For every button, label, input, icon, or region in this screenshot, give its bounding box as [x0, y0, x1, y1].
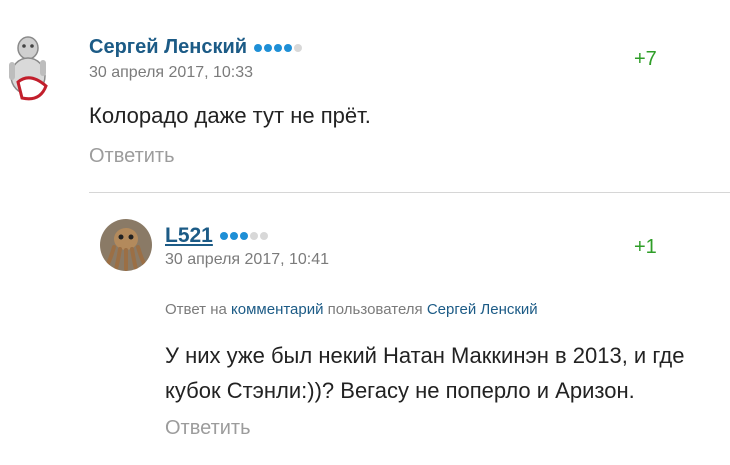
comment-1: Сергей Ленский 30 апреля 2017, 10:33 +7 …	[0, 0, 730, 190]
avatar[interactable]	[0, 28, 60, 110]
rank-dots	[219, 232, 268, 240]
comment-score: +7	[634, 48, 657, 70]
reply-to-user-link[interactable]: Сергей Ленский	[427, 301, 538, 318]
reply-to-prefix: Ответ на	[165, 301, 227, 318]
reply-button[interactable]: Ответить	[89, 145, 175, 168]
rank-dot	[294, 43, 303, 52]
comment-text: Колорадо даже тут не прёт.	[89, 103, 371, 128]
author-name[interactable]: L521	[165, 224, 213, 248]
comment-score: +1	[634, 236, 657, 258]
reply-to-comment-link[interactable]: комментарий	[231, 301, 323, 318]
rank-dot	[264, 43, 273, 52]
rank-dot	[259, 232, 268, 240]
rank-dot	[239, 232, 248, 240]
rank-dot	[284, 43, 293, 52]
divider	[89, 192, 730, 193]
author-name[interactable]: Сергей Ленский	[89, 36, 247, 59]
avatar[interactable]	[100, 219, 152, 271]
reply-to-middle: пользователя	[327, 301, 423, 318]
reply-to-line: Ответ на комментарий пользователя Сергей…	[165, 301, 538, 318]
comment-date: 30 апреля 2017, 10:41	[165, 251, 330, 268]
rank-dot	[219, 232, 228, 240]
comment-text: У них уже был некий Натан Маккинэн в 201…	[165, 343, 685, 403]
comment-2: L521 30 апреля 2017, 10:41 +1 Ответ на к…	[0, 195, 730, 465]
author-line: L521	[165, 224, 268, 248]
comment-date: 30 апреля 2017, 10:33	[89, 64, 254, 81]
rank-dot	[274, 43, 283, 52]
rank-dot	[254, 43, 263, 52]
author-line: Сергей Ленский	[89, 36, 303, 59]
octopus-photo-icon	[100, 219, 152, 271]
rank-dots	[254, 43, 303, 52]
sheep-mascot-icon	[9, 36, 48, 101]
rank-dot	[249, 232, 258, 240]
reply-button[interactable]: Ответить	[165, 417, 251, 440]
rank-dot	[229, 232, 238, 240]
